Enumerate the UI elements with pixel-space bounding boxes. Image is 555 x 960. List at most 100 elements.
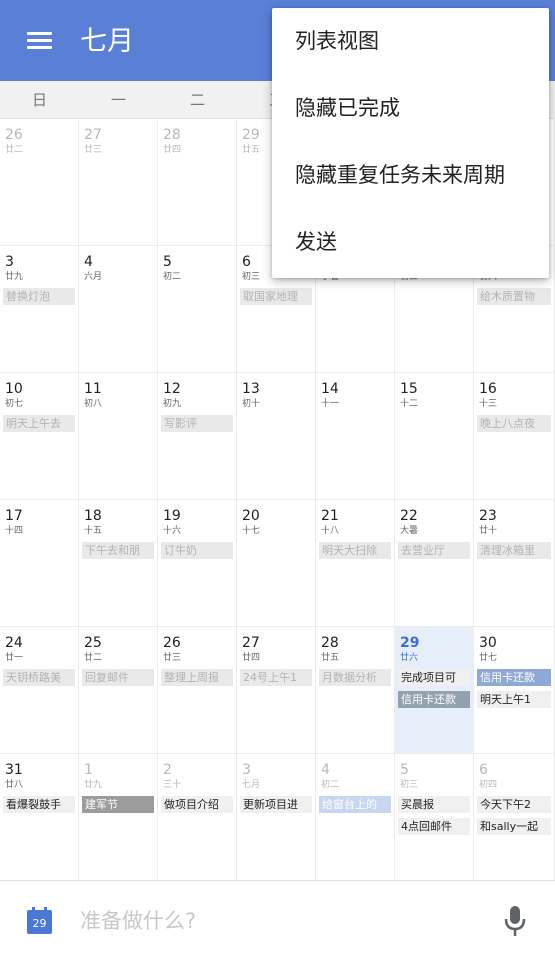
day-cell[interactable]: 17 十四 xyxy=(0,500,79,627)
day-cell[interactable]: 30 廿七 信用卡还款 明天上午1 xyxy=(474,627,555,754)
day-cell[interactable]: 26 廿二 xyxy=(0,119,79,246)
calendar-app: 七月 日一二三四五六 26廿二27廿三28廿四29廿五30廿六1廿七2廿八3廿九… xyxy=(0,0,555,960)
day-cell[interactable]: 4 六月 xyxy=(79,246,158,373)
task-chip[interactable]: 取国家地理 xyxy=(240,288,312,305)
day-cell[interactable]: 11 初八 xyxy=(79,373,158,500)
day-cell[interactable]: 19 十六 订牛奶 xyxy=(158,500,237,627)
lunar-date: 廿九 xyxy=(5,272,24,282)
lunar-date: 十八 xyxy=(321,526,340,536)
day-cell[interactable]: 16 十三 晚上八点夜 xyxy=(474,373,555,500)
overflow-menu: 列表视图 隐藏已完成 隐藏重复任务未来周期 发送 xyxy=(272,8,549,278)
hamburger-menu-icon[interactable] xyxy=(27,32,52,50)
day-cell[interactable]: 22 大暑 去营业厅 xyxy=(395,500,474,627)
day-cell[interactable]: 5 初三 买晨报 4点回邮件 xyxy=(395,754,474,881)
day-cell[interactable]: 28 廿五 月数据分析 xyxy=(316,627,395,754)
task-chip[interactable]: 去营业厅 xyxy=(398,542,470,559)
day-cell[interactable]: 6 初四 今天下午2 和sally一起 xyxy=(474,754,555,881)
day-cell[interactable]: 10 初七 明天上午去 xyxy=(0,373,79,500)
task-chip[interactable]: 写影评 xyxy=(161,415,233,432)
task-chip[interactable]: 清理冰箱里 xyxy=(477,542,551,559)
day-cell[interactable]: 18 十五 下午去和朋 xyxy=(79,500,158,627)
task-chip[interactable]: 明天上午1 xyxy=(477,691,551,708)
day-cell[interactable]: 23 廿十 清理冰箱里 xyxy=(474,500,555,627)
task-chip[interactable]: 更新项目进 xyxy=(240,796,312,813)
day-number: 4 xyxy=(321,762,330,778)
day-number: 1 xyxy=(84,762,93,778)
day-cell[interactable]: 21 十八 明天大扫除 xyxy=(316,500,395,627)
task-chip[interactable]: 做项目介绍 xyxy=(161,796,233,813)
day-cell[interactable]: 5 初二 xyxy=(158,246,237,373)
day-cell[interactable]: 24 廿一 天钥桥路美 xyxy=(0,627,79,754)
calendar-today-icon[interactable]: 29 xyxy=(27,907,52,934)
day-cell[interactable]: 2 三十 做项目介绍 xyxy=(158,754,237,881)
task-chip[interactable]: 下午去和朋 xyxy=(82,542,154,559)
day-cell[interactable]: 28 廿四 xyxy=(158,119,237,246)
task-chip[interactable]: 天钥桥路美 xyxy=(3,669,75,686)
day-number: 31 xyxy=(5,762,23,778)
day-number: 27 xyxy=(84,127,102,143)
day-cell[interactable]: 13 初十 xyxy=(237,373,316,500)
task-chip[interactable]: 建军节 xyxy=(82,796,154,813)
quick-add-input[interactable]: 准备做什么? xyxy=(80,905,196,937)
task-chip[interactable]: 4点回邮件 xyxy=(398,818,470,835)
day-cell[interactable]: 20 十七 xyxy=(237,500,316,627)
calendar-icon-day: 29 xyxy=(27,910,52,934)
task-chip[interactable]: 月数据分析 xyxy=(319,669,391,686)
day-number: 10 xyxy=(5,381,23,397)
day-cell[interactable]: 27 廿三 xyxy=(79,119,158,246)
task-chip[interactable]: 信用卡还款 xyxy=(477,669,551,686)
day-cell[interactable]: 1 廿九建军节 xyxy=(79,754,158,881)
task-chip[interactable]: 完成项目可 xyxy=(398,669,470,686)
microphone-icon[interactable] xyxy=(503,905,527,937)
day-cell[interactable]: 3 七月更新项目进 xyxy=(237,754,316,881)
day-number: 3 xyxy=(242,762,251,778)
day-cell[interactable]: 31 廿八 看爆裂鼓手 xyxy=(0,754,79,881)
day-cell[interactable]: 15 十二 xyxy=(395,373,474,500)
lunar-date: 初十 xyxy=(242,399,261,409)
day-cell[interactable]: 4 初二给窗台上的 xyxy=(316,754,395,881)
lunar-date: 十七 xyxy=(242,526,261,536)
weekday-label: 二 xyxy=(189,91,205,109)
task-chip[interactable]: 今天下午2 xyxy=(477,796,551,813)
day-cell[interactable]: 14 十一 xyxy=(316,373,395,500)
task-chip[interactable]: 信用卡还款 xyxy=(398,691,470,708)
day-cell[interactable]: 26 廿三 整理上周报 xyxy=(158,627,237,754)
day-number: 26 xyxy=(163,635,181,651)
lunar-date: 初八 xyxy=(84,399,103,409)
menu-item-list-view[interactable]: 列表视图 xyxy=(272,8,549,75)
day-number: 12 xyxy=(163,381,181,397)
day-cell[interactable]: 25 廿二 回复邮件 xyxy=(79,627,158,754)
task-chip[interactable]: 晚上八点夜 xyxy=(477,415,551,432)
day-cell[interactable]: 3 廿九 替换灯泡 xyxy=(0,246,79,373)
task-chip[interactable]: 整理上周报 xyxy=(161,669,233,686)
lunar-date: 廿五 xyxy=(242,145,261,155)
day-number: 17 xyxy=(5,508,23,524)
task-chip[interactable]: 替换灯泡 xyxy=(3,288,75,305)
task-chip[interactable]: 24号上午1 xyxy=(240,669,312,686)
lunar-date: 廿九 xyxy=(84,780,103,790)
task-chip[interactable]: 看爆裂鼓手 xyxy=(3,796,75,813)
lunar-date: 廿六 xyxy=(400,653,419,663)
task-chip[interactable]: 订牛奶 xyxy=(161,542,233,559)
task-chip[interactable]: 给窗台上的 xyxy=(319,796,391,813)
day-number: 5 xyxy=(400,762,409,778)
task-chip[interactable]: 明天上午去 xyxy=(3,415,75,432)
task-chip[interactable]: 明天大扫除 xyxy=(319,542,391,559)
task-chip[interactable]: 给木质置物 xyxy=(477,288,551,305)
lunar-date: 十四 xyxy=(5,526,24,536)
menu-item-hide-completed[interactable]: 隐藏已完成 xyxy=(272,75,549,142)
day-cell[interactable]: 12 初九 写影评 xyxy=(158,373,237,500)
day-number: 14 xyxy=(321,381,339,397)
day-cell[interactable]: 27 廿四 24号上午1 xyxy=(237,627,316,754)
menu-item-hide-recurring[interactable]: 隐藏重复任务未来周期 xyxy=(272,142,549,209)
month-title[interactable]: 七月 xyxy=(80,24,134,60)
task-chip[interactable]: 回复邮件 xyxy=(82,669,154,686)
task-chip[interactable]: 和sally一起 xyxy=(477,818,551,835)
day-number: 16 xyxy=(479,381,497,397)
menu-item-send[interactable]: 发送 xyxy=(272,209,549,276)
lunar-date: 初二 xyxy=(321,780,340,790)
lunar-date: 七月 xyxy=(242,780,261,790)
day-cell-today[interactable]: 29 廿六 完成项目可 信用卡还款 xyxy=(395,627,474,754)
lunar-date: 六月 xyxy=(84,272,103,282)
task-chip[interactable]: 买晨报 xyxy=(398,796,470,813)
